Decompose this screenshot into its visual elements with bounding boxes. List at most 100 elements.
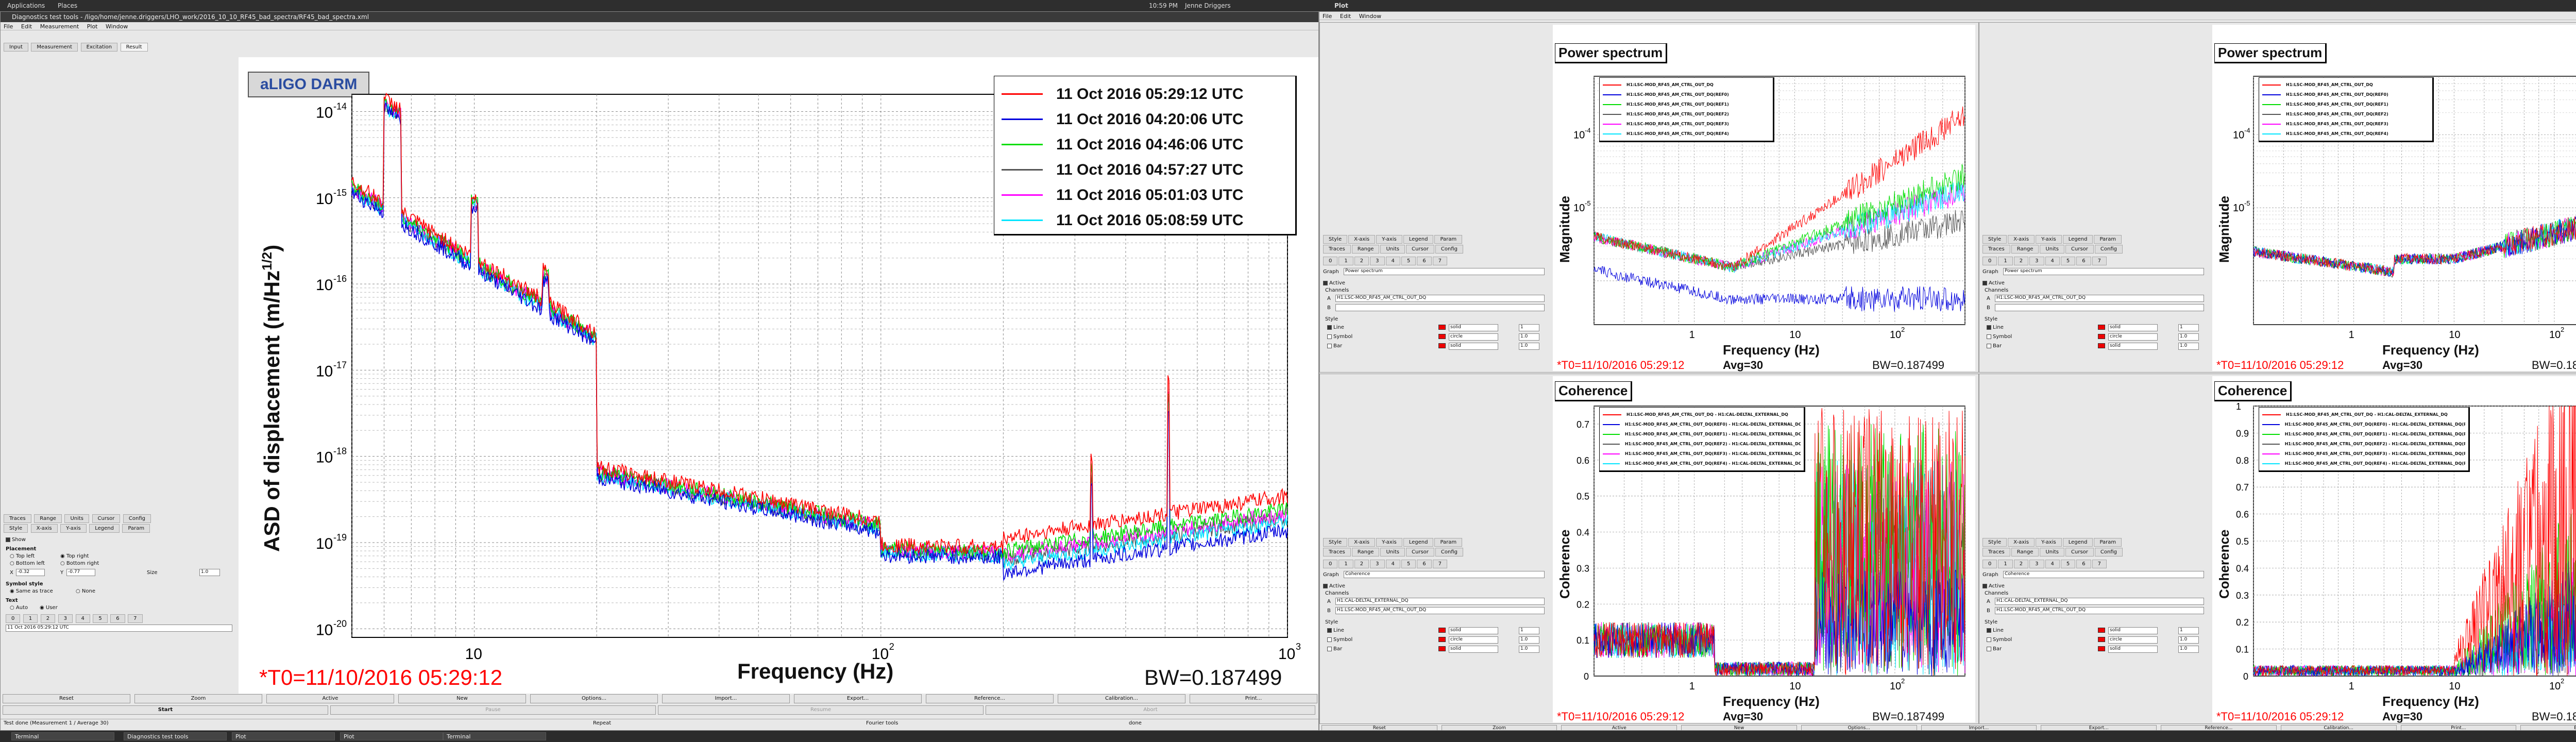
color-swatch[interactable] [2098, 334, 2105, 339]
main-button-zoom[interactable]: Zoom [134, 694, 262, 703]
panel-tab-range[interactable]: Range [2011, 548, 2039, 556]
start-button[interactable]: Start [3, 705, 328, 715]
plot-button-options[interactable]: Options... [1801, 725, 1917, 730]
panel-trace-tab-1[interactable]: 1 [1338, 257, 1353, 265]
panel-trace-tab-0[interactable]: 0 [1982, 257, 1997, 265]
color-swatch[interactable] [1438, 646, 1446, 651]
plot-menu-window[interactable]: Window [1356, 12, 1384, 21]
panel-tab-units[interactable]: Units [1380, 548, 1405, 556]
graph-select[interactable]: Coherence [1344, 571, 1545, 578]
panel-tab-units[interactable]: Units [1380, 245, 1405, 254]
tab-range[interactable]: Range [34, 514, 62, 523]
radio-bottom-left[interactable]: ○ Bottom left [10, 561, 45, 566]
trace-tab-7[interactable]: 7 [128, 614, 143, 623]
panel-trace-tab-0[interactable]: 0 [1323, 257, 1338, 265]
style-size-input[interactable]: 1.0 [1519, 636, 1539, 644]
style-select[interactable]: solid [2108, 646, 2158, 653]
tab-param[interactable]: Param [122, 524, 150, 533]
main-button-reset[interactable]: Reset [3, 694, 130, 703]
taskbar-plot-2[interactable]: Plot [340, 732, 443, 740]
style-size-input[interactable]: 1 [2178, 324, 2199, 331]
panel-trace-tab-6[interactable]: 6 [1417, 257, 1432, 265]
panel-trace-tab-4[interactable]: 4 [1385, 257, 1400, 265]
panel-trace-tab-5[interactable]: 5 [2060, 257, 2076, 265]
style-symbol-checkbox[interactable]: Symbol [1987, 637, 2012, 643]
radio-none[interactable]: ○ None [76, 588, 95, 594]
style-size-input[interactable]: 1 [2178, 627, 2199, 634]
main-button-print[interactable]: Print... [1190, 694, 1317, 703]
tab-x-axis[interactable]: X-axis [30, 524, 58, 533]
panel-trace-tab-4[interactable]: 4 [2045, 560, 2060, 568]
panel-trace-tab-3[interactable]: 3 [1370, 257, 1385, 265]
panel-tab-config[interactable]: Config [2094, 548, 2123, 556]
channel-a-select[interactable]: H1:CAL-DELTAL_EXTERNAL_DQ [1995, 598, 2204, 605]
style-size-input[interactable]: 1.0 [1519, 343, 1539, 350]
color-swatch[interactable] [1438, 637, 1446, 642]
menu-window[interactable]: Window [103, 22, 131, 31]
panel-tab-traces[interactable]: Traces [1982, 548, 2010, 556]
style-line-checkbox[interactable]: Line [1327, 628, 1344, 633]
panel-trace-tab-7[interactable]: 7 [2092, 257, 2107, 265]
panel-tab-y-axis[interactable]: Y-axis [1376, 538, 1402, 547]
style-line-checkbox[interactable]: Line [1987, 325, 2004, 330]
panel-tab-style[interactable]: Style [1323, 235, 1348, 244]
plot-button-print[interactable]: Print... [2400, 725, 2517, 730]
channel-b-select[interactable]: H1:LSC-MOD_RF45_AM_CTRL_OUT_DQ [1335, 607, 1545, 614]
trace-tab-1[interactable]: 1 [23, 614, 38, 623]
color-swatch[interactable] [1438, 628, 1446, 633]
style-select[interactable]: circle [1449, 333, 1498, 341]
panel-trace-tab-5[interactable]: 5 [1401, 560, 1416, 568]
panel-tab-x-axis[interactable]: X-axis [2008, 538, 2035, 547]
trace-tab-0[interactable]: 0 [6, 614, 21, 623]
panel-trace-tab-2[interactable]: 2 [2013, 560, 2029, 568]
panel-trace-tab-6[interactable]: 6 [1417, 560, 1432, 568]
style-select[interactable]: solid [2108, 324, 2158, 331]
plot-button-reset[interactable]: Reset [1321, 725, 1437, 730]
style-size-input[interactable]: 1.0 [2178, 333, 2199, 341]
graph-select[interactable]: Power spectrum [1344, 268, 1545, 275]
color-swatch[interactable] [2098, 343, 2105, 348]
panel-tab-traces[interactable]: Traces [1323, 245, 1351, 254]
style-select[interactable]: solid [2108, 343, 2158, 350]
style-size-input[interactable]: 1.0 [2178, 343, 2199, 350]
tab-input[interactable]: Input [4, 43, 28, 52]
panel-tab-param[interactable]: Param [1434, 235, 1463, 244]
active-checkbox[interactable]: Active [1323, 583, 1345, 589]
panel-trace-tab-7[interactable]: 7 [1432, 257, 1447, 265]
channel-a-select[interactable]: H1:CAL-DELTAL_EXTERNAL_DQ [1335, 598, 1545, 605]
main-button-new[interactable]: New [398, 694, 526, 703]
panel-tab-x-axis[interactable]: X-axis [2008, 235, 2035, 244]
panel-trace-tab-6[interactable]: 6 [2076, 560, 2091, 568]
channel-b-select[interactable] [1995, 304, 2204, 311]
panel-tab-config[interactable]: Config [1435, 548, 1463, 556]
panel-tab-x-axis[interactable]: X-axis [1348, 235, 1376, 244]
panel-tab-param[interactable]: Param [2094, 538, 2122, 547]
trace-tab-3[interactable]: 3 [58, 614, 73, 623]
active-checkbox[interactable]: Active [1982, 280, 2005, 286]
trace-tab-6[interactable]: 6 [110, 614, 125, 623]
style-size-input[interactable]: 1.0 [1519, 646, 1539, 653]
trace-tab-2[interactable]: 2 [40, 614, 56, 623]
radio-auto[interactable]: ○ Auto [10, 605, 28, 611]
panel-trace-tab-4[interactable]: 4 [2045, 257, 2060, 265]
panel-tab-config[interactable]: Config [1435, 245, 1463, 254]
plot-button-active[interactable]: Active [1561, 725, 1677, 730]
panel-trace-tab-2[interactable]: 2 [1354, 257, 1369, 265]
radio-user[interactable]: ◉ User [40, 605, 58, 611]
panel-trace-tab-1[interactable]: 1 [1338, 560, 1353, 568]
panel-tab-legend[interactable]: Legend [1403, 235, 1434, 244]
panel-tab-x-axis[interactable]: X-axis [1348, 538, 1376, 547]
panel-trace-tab-4[interactable]: 4 [1385, 560, 1400, 568]
style-select[interactable]: circle [1449, 636, 1498, 644]
channel-a-select[interactable]: H1:LSC-MOD_RF45_AM_CTRL_OUT_DQ [1995, 295, 2204, 302]
style-symbol-checkbox[interactable]: Symbol [1327, 334, 1352, 340]
panel-trace-tab-6[interactable]: 6 [2076, 257, 2091, 265]
color-swatch[interactable] [2098, 325, 2105, 330]
plot-button-exit[interactable]: Exit [2520, 725, 2576, 730]
style-line-checkbox[interactable]: Line [1987, 628, 2004, 633]
panel-trace-tab-0[interactable]: 0 [1982, 560, 1997, 568]
plot-button-reference[interactable]: Reference... [2161, 725, 2277, 730]
color-swatch[interactable] [1438, 325, 1446, 330]
panel-tab-units[interactable]: Units [2040, 548, 2065, 556]
main-button-export[interactable]: Export... [794, 694, 922, 703]
